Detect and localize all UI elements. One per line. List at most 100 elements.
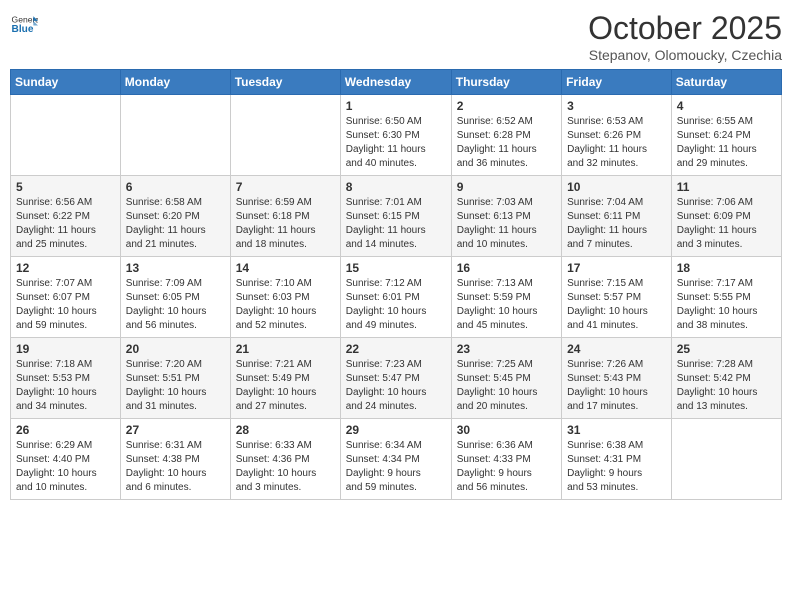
day-info: Sunrise: 7:17 AM Sunset: 5:55 PM Dayligh…	[677, 277, 776, 333]
calendar-cell	[671, 419, 781, 500]
day-number: 23	[457, 342, 556, 356]
day-number: 18	[677, 261, 776, 275]
day-info: Sunrise: 7:06 AM Sunset: 6:09 PM Dayligh…	[677, 196, 776, 252]
day-info: Sunrise: 6:50 AM Sunset: 6:30 PM Dayligh…	[346, 115, 446, 171]
day-info: Sunrise: 7:23 AM Sunset: 5:47 PM Dayligh…	[346, 358, 446, 414]
calendar-cell	[11, 95, 121, 176]
week-row-1: 1 Sunrise: 6:50 AM Sunset: 6:30 PM Daylig…	[11, 95, 782, 176]
day-number: 15	[346, 261, 446, 275]
day-number: 13	[126, 261, 225, 275]
day-info: Sunrise: 7:13 AM Sunset: 5:59 PM Dayligh…	[457, 277, 556, 333]
weekday-header-friday: Friday	[562, 70, 672, 95]
day-number: 9	[457, 180, 556, 194]
day-number: 7	[236, 180, 335, 194]
day-info: Sunrise: 6:55 AM Sunset: 6:24 PM Dayligh…	[677, 115, 776, 171]
calendar-cell: 7Sunrise: 6:59 AM Sunset: 6:18 PM Daylig…	[230, 176, 340, 257]
day-info: Sunrise: 6:56 AM Sunset: 6:22 PM Dayligh…	[16, 196, 115, 252]
day-number: 28	[236, 423, 335, 437]
weekday-header-thursday: Thursday	[451, 70, 561, 95]
weekday-header-saturday: Saturday	[671, 70, 781, 95]
day-number: 25	[677, 342, 776, 356]
calendar-cell: 18 Sunrise: 7:17 AM Sunset: 5:55 PM Dayli…	[671, 257, 781, 338]
week-row-4: 19 Sunrise: 7:18 AM Sunset: 5:53 PM Dayli…	[11, 338, 782, 419]
calendar-cell: 2 Sunrise: 6:52 AM Sunset: 6:28 PM Daylig…	[451, 95, 561, 176]
day-number: 30	[457, 423, 556, 437]
day-number: 19	[16, 342, 115, 356]
day-number: 27	[126, 423, 225, 437]
day-info: Sunrise: 6:52 AM Sunset: 6:28 PM Dayligh…	[457, 115, 556, 171]
calendar-cell: 22Sunrise: 7:23 AM Sunset: 5:47 PM Dayli…	[340, 338, 451, 419]
svg-text:Blue: Blue	[12, 24, 34, 35]
day-info: Sunrise: 7:07 AM Sunset: 6:07 PM Dayligh…	[16, 277, 115, 333]
calendar-cell: 16 Sunrise: 7:13 AM Sunset: 5:59 PM Dayli…	[451, 257, 561, 338]
weekday-header-sunday: Sunday	[11, 70, 121, 95]
calendar-cell: 29Sunrise: 6:34 AM Sunset: 4:34 PM Dayli…	[340, 419, 451, 500]
calendar-cell	[120, 95, 230, 176]
logo: General Blue	[10, 10, 38, 38]
day-number: 12	[16, 261, 115, 275]
day-info: Sunrise: 6:53 AM Sunset: 6:26 PM Dayligh…	[567, 115, 666, 171]
calendar-cell: 9Sunrise: 7:03 AM Sunset: 6:13 PM Daylig…	[451, 176, 561, 257]
day-number: 31	[567, 423, 666, 437]
day-info: Sunrise: 7:26 AM Sunset: 5:43 PM Dayligh…	[567, 358, 666, 414]
calendar-cell: 28 Sunrise: 6:33 AM Sunset: 4:36 PM Dayli…	[230, 419, 340, 500]
calendar-cell	[230, 95, 340, 176]
day-number: 3	[567, 99, 666, 113]
calendar-cell: 5 Sunrise: 6:56 AM Sunset: 6:22 PM Daylig…	[11, 176, 121, 257]
day-info: Sunrise: 6:34 AM Sunset: 4:34 PM Dayligh…	[346, 439, 446, 495]
title-block: October 2025 Stepanov, Olomoucky, Czechi…	[588, 10, 782, 63]
day-info: Sunrise: 7:01 AM Sunset: 6:15 PM Dayligh…	[346, 196, 446, 252]
calendar-cell: 11 Sunrise: 7:06 AM Sunset: 6:09 PM Dayli…	[671, 176, 781, 257]
day-info: Sunrise: 7:15 AM Sunset: 5:57 PM Dayligh…	[567, 277, 666, 333]
day-number: 5	[16, 180, 115, 194]
calendar-cell: 23 Sunrise: 7:25 AM Sunset: 5:45 PM Dayli…	[451, 338, 561, 419]
day-info: Sunrise: 7:10 AM Sunset: 6:03 PM Dayligh…	[236, 277, 335, 333]
day-info: Sunrise: 7:21 AM Sunset: 5:49 PM Dayligh…	[236, 358, 335, 414]
day-info: Sunrise: 6:29 AM Sunset: 4:40 PM Dayligh…	[16, 439, 115, 495]
day-info: Sunrise: 7:09 AM Sunset: 6:05 PM Dayligh…	[126, 277, 225, 333]
day-number: 4	[677, 99, 776, 113]
calendar-cell: 6 Sunrise: 6:58 AM Sunset: 6:20 PM Daylig…	[120, 176, 230, 257]
day-info: Sunrise: 7:25 AM Sunset: 5:45 PM Dayligh…	[457, 358, 556, 414]
location-subtitle: Stepanov, Olomoucky, Czechia	[588, 47, 782, 63]
calendar-cell: 30Sunrise: 6:36 AM Sunset: 4:33 PM Dayli…	[451, 419, 561, 500]
calendar-cell: 1 Sunrise: 6:50 AM Sunset: 6:30 PM Daylig…	[340, 95, 451, 176]
day-number: 17	[567, 261, 666, 275]
month-title: October 2025	[588, 10, 782, 47]
calendar-cell: 24 Sunrise: 7:26 AM Sunset: 5:43 PM Dayli…	[562, 338, 672, 419]
day-number: 26	[16, 423, 115, 437]
weekday-header-tuesday: Tuesday	[230, 70, 340, 95]
calendar-cell: 19 Sunrise: 7:18 AM Sunset: 5:53 PM Dayli…	[11, 338, 121, 419]
day-number: 21	[236, 342, 335, 356]
calendar-cell: 10Sunrise: 7:04 AM Sunset: 6:11 PM Dayli…	[562, 176, 672, 257]
day-number: 11	[677, 180, 776, 194]
logo-icon: General Blue	[10, 10, 38, 38]
day-number: 16	[457, 261, 556, 275]
day-info: Sunrise: 6:31 AM Sunset: 4:38 PM Dayligh…	[126, 439, 225, 495]
calendar-cell: 12 Sunrise: 7:07 AM Sunset: 6:07 PM Dayli…	[11, 257, 121, 338]
day-number: 24	[567, 342, 666, 356]
calendar-cell: 8 Sunrise: 7:01 AM Sunset: 6:15 PM Daylig…	[340, 176, 451, 257]
day-info: Sunrise: 7:18 AM Sunset: 5:53 PM Dayligh…	[16, 358, 115, 414]
calendar-cell: 13 Sunrise: 7:09 AM Sunset: 6:05 PM Dayli…	[120, 257, 230, 338]
day-number: 2	[457, 99, 556, 113]
week-row-5: 26 Sunrise: 6:29 AM Sunset: 4:40 PM Dayli…	[11, 419, 782, 500]
calendar-table: SundayMondayTuesdayWednesdayThursdayFrid…	[10, 69, 782, 500]
day-number: 8	[346, 180, 446, 194]
day-info: Sunrise: 6:58 AM Sunset: 6:20 PM Dayligh…	[126, 196, 225, 252]
week-row-3: 12 Sunrise: 7:07 AM Sunset: 6:07 PM Dayli…	[11, 257, 782, 338]
calendar-cell: 21 Sunrise: 7:21 AM Sunset: 5:49 PM Dayli…	[230, 338, 340, 419]
weekday-header-row: SundayMondayTuesdayWednesdayThursdayFrid…	[11, 70, 782, 95]
day-info: Sunrise: 7:20 AM Sunset: 5:51 PM Dayligh…	[126, 358, 225, 414]
weekday-header-wednesday: Wednesday	[340, 70, 451, 95]
day-info: Sunrise: 6:33 AM Sunset: 4:36 PM Dayligh…	[236, 439, 335, 495]
day-number: 14	[236, 261, 335, 275]
calendar-cell: 17 Sunrise: 7:15 AM Sunset: 5:57 PM Dayli…	[562, 257, 672, 338]
calendar-cell: 31 Sunrise: 6:38 AM Sunset: 4:31 PM Dayli…	[562, 419, 672, 500]
day-number: 1	[346, 99, 446, 113]
day-number: 6	[126, 180, 225, 194]
calendar-cell: 25 Sunrise: 7:28 AM Sunset: 5:42 PM Dayli…	[671, 338, 781, 419]
day-info: Sunrise: 6:38 AM Sunset: 4:31 PM Dayligh…	[567, 439, 666, 495]
day-info: Sunrise: 7:28 AM Sunset: 5:42 PM Dayligh…	[677, 358, 776, 414]
calendar-cell: 20Sunrise: 7:20 AM Sunset: 5:51 PM Dayli…	[120, 338, 230, 419]
